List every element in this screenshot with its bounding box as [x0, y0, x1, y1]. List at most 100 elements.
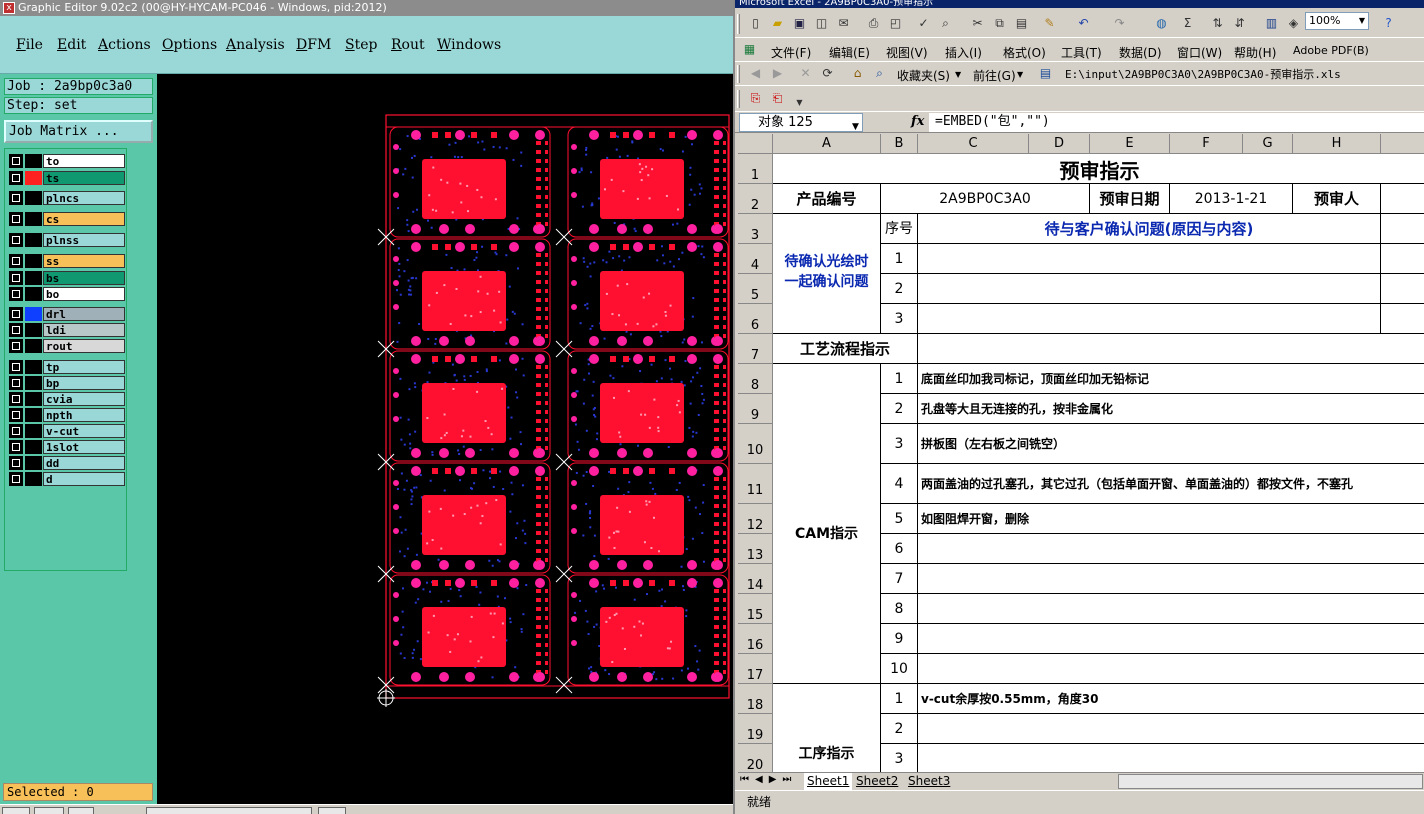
layer-row-plnss[interactable]: plnss [8, 233, 125, 247]
layer-color-swatch[interactable] [25, 212, 42, 226]
chart-wizard-icon[interactable]: ▥ [1263, 15, 1280, 32]
blank-cell[interactable] [1381, 274, 1424, 304]
cam-item[interactable] [918, 654, 1424, 684]
row-header[interactable]: 4 [738, 244, 773, 274]
menu-insert[interactable]: 插入(I) [945, 44, 982, 61]
home-icon[interactable]: ⌂ [849, 65, 866, 82]
layer-checkbox[interactable] [9, 440, 23, 454]
menu-analysis[interactable]: Analysis [226, 37, 285, 53]
layer-name[interactable]: ss [43, 254, 125, 268]
layer-row-to[interactable]: to [8, 154, 125, 168]
search-web-icon[interactable]: ⌕ [871, 65, 888, 82]
open-icon[interactable]: ▰ [769, 15, 786, 32]
layer-name[interactable]: cvia [43, 392, 125, 406]
menu-data[interactable]: 数据(D) [1119, 44, 1162, 61]
process-seq[interactable]: 2 [881, 714, 918, 744]
tab-sheet3[interactable]: Sheet3 [908, 773, 950, 790]
layer-name[interactable]: plncs [43, 191, 125, 205]
toolbar-grip[interactable] [737, 90, 740, 108]
tab-sheet1[interactable]: Sheet1 [804, 773, 853, 790]
layer-row-tp[interactable]: tp [8, 360, 125, 374]
layer-name[interactable]: bp [43, 376, 125, 390]
new-icon[interactable]: ▯ [747, 15, 764, 32]
pcb-panel-graphic[interactable] [157, 74, 733, 804]
layer-checkbox[interactable] [9, 472, 23, 486]
process-item[interactable]: v-cut余厚按0.55mm，角度30 [918, 684, 1424, 714]
menu-file[interactable]: File [16, 37, 43, 53]
cam-seq[interactable]: 1 [881, 364, 918, 394]
menu-tools[interactable]: 工具(T) [1061, 44, 1102, 61]
toolbar-grip[interactable] [737, 65, 740, 83]
row-header[interactable]: 15 [738, 594, 773, 624]
layer-checkbox[interactable] [9, 456, 23, 470]
cam-seq[interactable]: 9 [881, 624, 918, 654]
layer-color-swatch[interactable] [25, 472, 42, 486]
menu-format[interactable]: 格式(O) [1003, 44, 1046, 61]
layer-color-swatch[interactable] [25, 323, 42, 337]
print-preview-icon[interactable]: ◰ [887, 15, 904, 32]
layer-color-swatch[interactable] [25, 339, 42, 353]
row-header[interactable]: 14 [738, 564, 773, 594]
confirm-item[interactable] [918, 274, 1381, 304]
layer-name[interactable]: ts [43, 171, 125, 185]
formula-input[interactable]: =EMBED("包","") [929, 113, 1424, 132]
cam-item[interactable]: 底面丝印加我司标记，顶面丝印加无铅标记 [918, 364, 1424, 394]
sort-ascending-icon[interactable]: ⇅ [1209, 15, 1226, 32]
cam-seq[interactable]: 8 [881, 594, 918, 624]
menu-options[interactable]: Options [162, 37, 217, 53]
layer-color-swatch[interactable] [25, 392, 42, 406]
show-web-toolbar-icon[interactable]: ▤ [1037, 65, 1054, 82]
process-flow-label[interactable]: 工艺流程指示 [773, 334, 918, 364]
excel-doc-icon[interactable]: ▦ [741, 41, 758, 58]
row-header[interactable]: 2 [738, 184, 773, 214]
format-painter-icon[interactable]: ✎ [1041, 15, 1058, 32]
menu-view[interactable]: 视图(V) [886, 44, 928, 61]
job-matrix-button[interactable]: Job Matrix ... [4, 120, 153, 143]
refresh-icon[interactable]: ⟳ [819, 65, 836, 82]
process-seq[interactable]: 3 [881, 744, 918, 772]
layer-row-bs[interactable]: bs [8, 271, 125, 285]
stop-icon[interactable]: ✕ [797, 65, 814, 82]
row-header[interactable]: 20 [738, 744, 773, 772]
process-label[interactable]: 工序指示 [773, 684, 881, 772]
process-flow-value[interactable] [918, 334, 1424, 364]
row-header[interactable]: 3 [738, 214, 773, 244]
cam-item[interactable]: 拼板图（左右板之间铣空） [918, 424, 1424, 464]
row-header[interactable]: 1 [738, 154, 773, 184]
toolbar-options-icon[interactable]: ▼ [791, 94, 808, 111]
layer-row-npth[interactable]: npth [8, 408, 125, 422]
graphic-editor-titlebar[interactable]: x Graphic Editor 9.02c2 (00@HY-HYCAM-PC0… [0, 0, 733, 16]
review-date-label[interactable]: 预审日期 [1090, 184, 1170, 214]
menu-edit[interactable]: Edit [57, 37, 86, 53]
row-header[interactable]: 12 [738, 504, 773, 534]
save-icon[interactable]: ▣ [791, 15, 808, 32]
cam-item[interactable]: 孔盘等大且无连接的孔，按非金属化 [918, 394, 1424, 424]
toolbar-grip[interactable] [737, 14, 740, 34]
row-header[interactable]: 7 [738, 334, 773, 364]
email-icon[interactable]: ✉ [835, 15, 852, 32]
menu-adobe-pdf[interactable]: Adobe PDF(B) [1293, 44, 1369, 57]
favorites-menu[interactable]: 收藏夹(S) [897, 67, 950, 84]
pdf-email-icon[interactable]: ⎗ [769, 90, 786, 107]
confirm-seq[interactable]: 1 [881, 244, 918, 274]
row-header[interactable]: 18 [738, 684, 773, 714]
menu-actions[interactable]: Actions [98, 37, 151, 53]
reviewer-value[interactable] [1381, 184, 1424, 214]
layer-color-swatch[interactable] [25, 233, 42, 247]
product-label[interactable]: 产品编号 [773, 184, 881, 214]
blank-cell[interactable] [1381, 214, 1424, 244]
pcb-canvas[interactable] [157, 74, 733, 804]
layer-color-swatch[interactable] [25, 307, 42, 321]
insert-function-icon[interactable]: fx [911, 114, 924, 129]
menu-help[interactable]: 帮助(H) [1234, 44, 1276, 61]
undo-icon[interactable]: ↶ [1075, 15, 1092, 32]
layer-row-ts[interactable]: ts [8, 171, 125, 185]
blank-cell[interactable] [1381, 244, 1424, 274]
layer-name[interactable]: dd [43, 456, 125, 470]
select-all-corner[interactable] [738, 134, 773, 154]
cam-item[interactable] [918, 564, 1424, 594]
cam-item[interactable]: 两面盖油的过孔塞孔，其它过孔（包括单面开窗、单面盖油的）都按文件，不塞孔 [918, 464, 1424, 504]
layer-row-plncs[interactable]: plncs [8, 191, 125, 205]
layer-color-swatch[interactable] [25, 254, 42, 268]
process-seq[interactable]: 1 [881, 684, 918, 714]
